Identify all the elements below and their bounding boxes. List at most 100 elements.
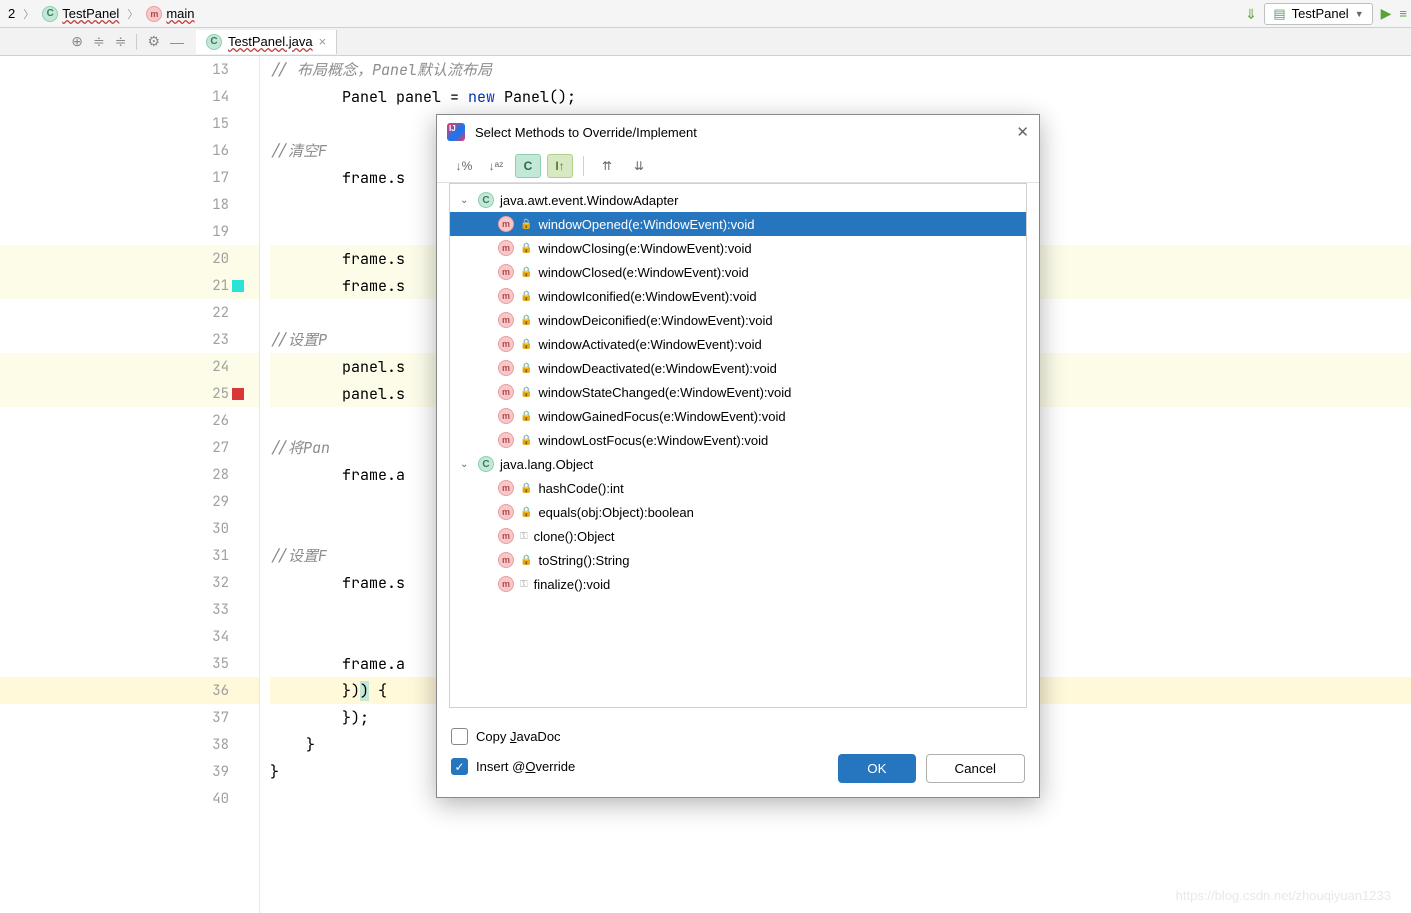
run-config-label: TestPanel xyxy=(1292,6,1349,21)
tree-method-node[interactable]: m🔒windowIconified(e:WindowEvent):void xyxy=(450,284,1026,308)
run-icon[interactable]: ▶ xyxy=(1381,5,1392,22)
gutter-row: 13 xyxy=(0,56,259,83)
lock-icon: 🔒 xyxy=(520,339,532,350)
sort-az-icon[interactable]: ↓ᵃᶻ xyxy=(483,154,509,178)
tree-method-node[interactable]: m🔒windowDeiconified(e:WindowEvent):void xyxy=(450,308,1026,332)
method-icon: m xyxy=(498,576,514,592)
tree-method-node[interactable]: m🔒windowLostFocus(e:WindowEvent):void xyxy=(450,428,1026,452)
method-icon: m xyxy=(146,6,162,22)
method-label: windowGainedFocus(e:WindowEvent):void xyxy=(538,409,785,424)
tree-method-node[interactable]: m⚿finalize():void xyxy=(450,572,1026,596)
gutter-row: 15 xyxy=(0,110,259,137)
insert-override-label: Insert @Override xyxy=(476,759,575,774)
debug-icon[interactable]: ≡ xyxy=(1399,6,1407,21)
ok-button[interactable]: OK xyxy=(838,754,915,783)
insert-override-checkbox[interactable]: ✓ Insert @Override xyxy=(451,753,575,781)
show-classes-toggle[interactable]: C xyxy=(515,154,541,178)
lock-icon: 🔒 xyxy=(520,243,532,254)
line-number: 21 xyxy=(212,277,229,295)
gutter: 1314151617181920212223242526272829303132… xyxy=(0,56,260,913)
expand-icon[interactable]: ≑ xyxy=(93,33,105,50)
line-number: 35 xyxy=(212,655,229,673)
method-label: windowLostFocus(e:WindowEvent):void xyxy=(538,433,768,448)
tree-method-node[interactable]: m⚿clone():Object xyxy=(450,524,1026,548)
expand-all-icon[interactable]: ⇈ xyxy=(594,154,620,178)
tree-method-node[interactable]: m🔒windowGainedFocus(e:WindowEvent):void xyxy=(450,404,1026,428)
collapse-icon[interactable]: ≑ xyxy=(115,33,127,50)
line-number: 18 xyxy=(212,196,229,214)
gutter-row: 31 xyxy=(0,542,259,569)
gear-icon[interactable]: ⚙ xyxy=(147,33,160,50)
breadcrumb-class[interactable]: C TestPanel xyxy=(38,4,123,24)
method-icon: m xyxy=(498,504,514,520)
line-number: 27 xyxy=(212,439,229,457)
run-config-selector[interactable]: ▤ TestPanel ▼ xyxy=(1264,3,1372,25)
editor-toolbar: ⊕ ≑ ≑ ⚙ — C TestPanel.java × xyxy=(0,28,1411,56)
tree-method-node[interactable]: m🔒equals(obj:Object):boolean xyxy=(450,500,1026,524)
cancel-button[interactable]: Cancel xyxy=(926,754,1026,783)
chevron-right-icon: 〉 xyxy=(23,6,34,22)
tree-method-node[interactable]: m🔒windowDeactivated(e:WindowEvent):void xyxy=(450,356,1026,380)
line-number: 37 xyxy=(212,709,229,727)
collapse-all-icon[interactable]: ⇊ xyxy=(626,154,652,178)
line-number: 19 xyxy=(212,223,229,241)
line-number: 25 xyxy=(212,385,229,403)
line-number: 28 xyxy=(212,466,229,484)
method-tree[interactable]: ⌄Cjava.awt.event.WindowAdapterm🔒windowOp… xyxy=(449,183,1027,708)
tree-method-node[interactable]: m🔒windowStateChanged(e:WindowEvent):void xyxy=(450,380,1026,404)
copy-javadoc-checkbox[interactable]: Copy JavaDoc xyxy=(451,722,1025,750)
breadcrumb-class-label: TestPanel xyxy=(62,6,119,21)
gutter-row: 35 xyxy=(0,650,259,677)
class-icon: C xyxy=(478,192,494,208)
chevron-down-icon[interactable]: ⌄ xyxy=(460,459,472,470)
method-label: windowClosing(e:WindowEvent):void xyxy=(538,241,751,256)
class-icon: C xyxy=(42,6,58,22)
tree-class-node[interactable]: ⌄Cjava.awt.event.WindowAdapter xyxy=(450,188,1026,212)
chevron-down-icon[interactable]: ⌄ xyxy=(460,195,472,206)
method-label: windowIconified(e:WindowEvent):void xyxy=(538,289,756,304)
gutter-row: 30 xyxy=(0,515,259,542)
sort-pct-icon[interactable]: ↓% xyxy=(451,154,477,178)
method-icon: m xyxy=(498,408,514,424)
key-icon: ⚿ xyxy=(520,531,528,542)
line-number: 40 xyxy=(212,790,229,808)
line-number: 29 xyxy=(212,493,229,511)
tree-method-node[interactable]: m🔒hashCode():int xyxy=(450,476,1026,500)
target-icon[interactable]: ⊕ xyxy=(71,33,83,50)
method-icon: m xyxy=(498,336,514,352)
close-icon[interactable]: ✕ xyxy=(1016,123,1029,141)
breadcrumb-item[interactable]: 2 xyxy=(4,4,19,23)
close-icon[interactable]: × xyxy=(319,34,327,49)
gutter-row: 23 xyxy=(0,326,259,353)
minus-icon[interactable]: — xyxy=(170,34,184,50)
lock-icon: 🔒 xyxy=(520,387,532,398)
lock-icon: 🔒 xyxy=(520,483,532,494)
breadcrumb-method[interactable]: mmain xyxy=(142,4,198,24)
gutter-row: 33 xyxy=(0,596,259,623)
gutter-row: 14 xyxy=(0,83,259,110)
tree-method-node[interactable]: m🔒windowActivated(e:WindowEvent):void xyxy=(450,332,1026,356)
tree-method-node[interactable]: m🔒windowOpened(e:WindowEvent):void xyxy=(450,212,1026,236)
tree-class-node[interactable]: ⌄Cjava.lang.Object xyxy=(450,452,1026,476)
code-line[interactable]: Panel panel = new Panel(); xyxy=(270,83,1411,110)
tree-method-node[interactable]: m🔒windowClosed(e:WindowEvent):void xyxy=(450,260,1026,284)
show-interfaces-toggle[interactable]: I↑ xyxy=(547,154,573,178)
method-label: windowDeactivated(e:WindowEvent):void xyxy=(538,361,776,376)
top-bar: 2 〉 CTestPanel 〉 mmain ⇙ ▤ TestPanel ▼ ▶… xyxy=(0,0,1411,28)
line-number: 26 xyxy=(212,412,229,430)
marker-cyan xyxy=(232,280,244,292)
build-icon[interactable]: ⇙ xyxy=(1240,3,1260,23)
line-number: 31 xyxy=(212,547,229,565)
dialog-titlebar: Select Methods to Override/Implement ✕ xyxy=(437,115,1039,149)
tab-label: TestPanel.java xyxy=(228,34,313,49)
method-label: toString():String xyxy=(538,553,629,568)
code-line[interactable]: // 布局概念，Panel默认流布局 xyxy=(270,56,1411,83)
class-icon: C xyxy=(478,456,494,472)
gutter-row: 37 xyxy=(0,704,259,731)
tree-method-node[interactable]: m🔒windowClosing(e:WindowEvent):void xyxy=(450,236,1026,260)
editor-tab[interactable]: C TestPanel.java × xyxy=(196,30,337,54)
line-number: 17 xyxy=(212,169,229,187)
lock-icon: 🔒 xyxy=(520,315,532,326)
line-number: 39 xyxy=(212,763,229,781)
tree-method-node[interactable]: m🔒toString():String xyxy=(450,548,1026,572)
